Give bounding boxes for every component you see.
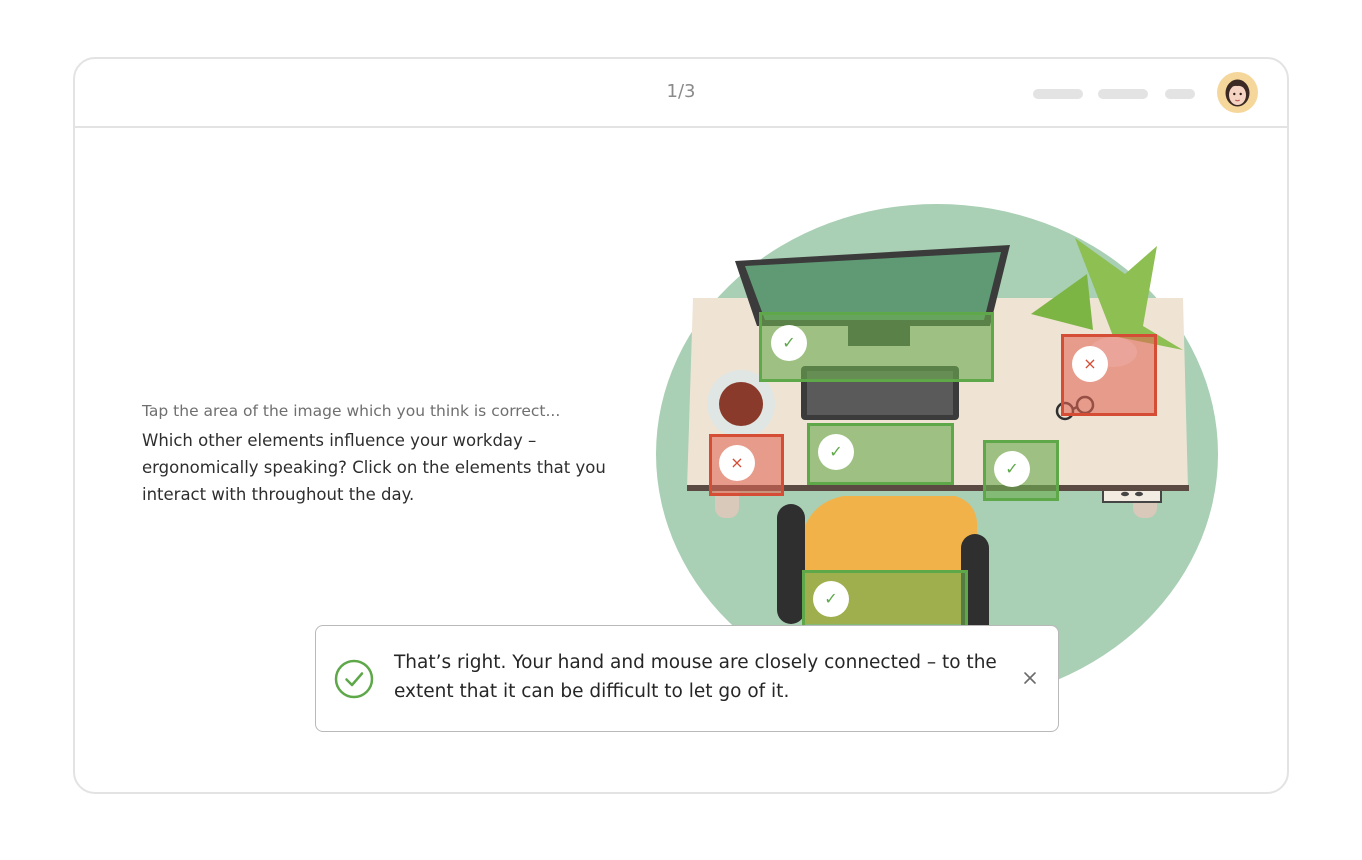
menu-placeholder-pill	[1033, 89, 1083, 99]
close-icon[interactable]	[1018, 666, 1042, 690]
cross-icon: ×	[1072, 346, 1108, 382]
quiz-card: 1/3 Tap the area of the image which you …	[73, 57, 1289, 794]
user-avatar-icon[interactable]	[1217, 72, 1258, 113]
feedback-toast: That’s right. Your hand and mouse are cl…	[315, 625, 1059, 732]
cross-icon: ×	[719, 445, 755, 481]
question-block: Tap the area of the image which you thin…	[142, 399, 612, 508]
check-icon: ✓	[818, 434, 854, 470]
check-icon: ✓	[771, 325, 807, 361]
hotspot-mouse[interactable]: ✓	[983, 440, 1059, 501]
instruction-text: Tap the area of the image which you thin…	[142, 402, 561, 420]
hotspot-plant[interactable]: ×	[1061, 334, 1157, 416]
check-icon: ✓	[994, 451, 1030, 487]
hotspot-keyboard[interactable]: ✓	[807, 423, 954, 485]
menu-placeholder-pill	[1098, 89, 1148, 99]
check-circle-icon	[334, 659, 374, 699]
feedback-message: That’s right. Your hand and mouse are cl…	[394, 652, 997, 702]
quiz-header: 1/3	[75, 59, 1287, 128]
hotspot-coffee-cup[interactable]: ×	[709, 434, 784, 496]
menu-placeholder-pill	[1165, 89, 1195, 99]
question-prompt: Which other elements influence your work…	[142, 431, 606, 504]
hotspot-monitor[interactable]: ✓	[759, 312, 994, 382]
check-icon: ✓	[813, 581, 849, 617]
